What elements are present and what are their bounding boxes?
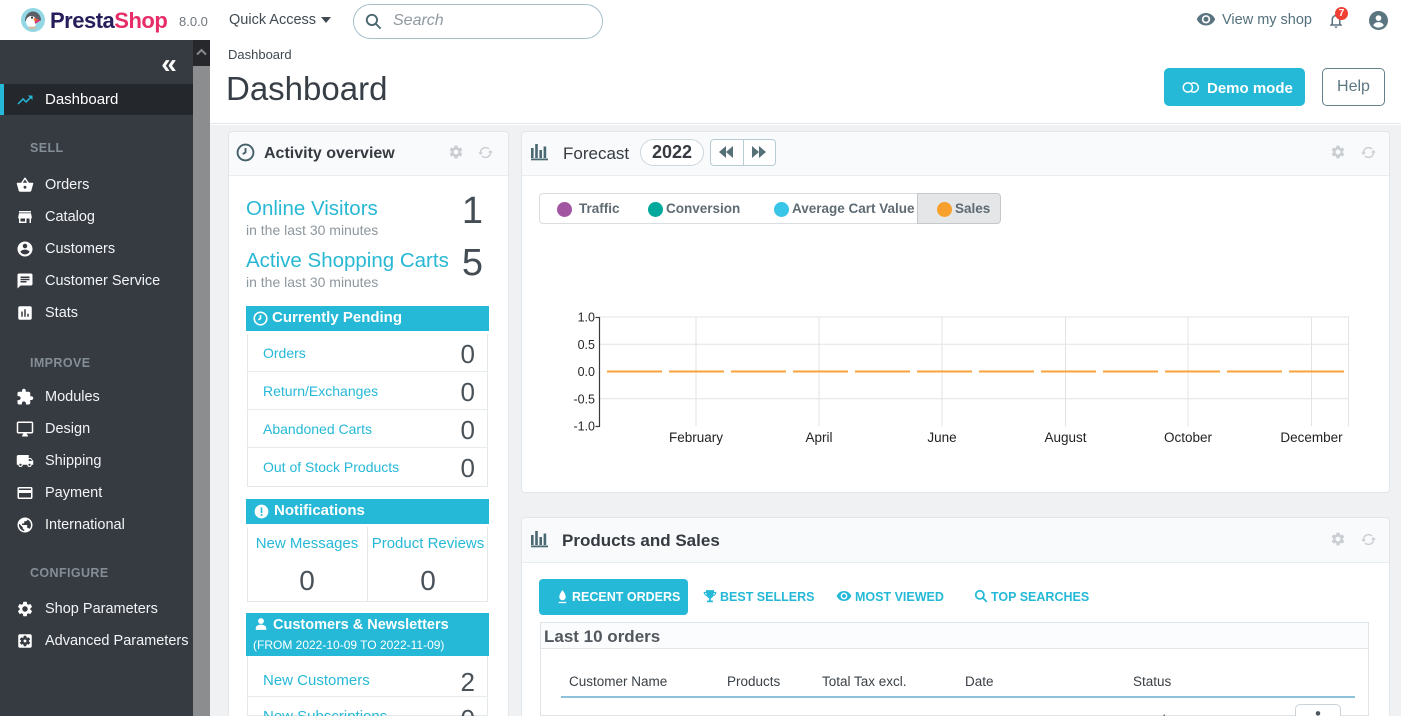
svg-text:0.5: 0.5 <box>578 338 595 352</box>
svg-text:February: February <box>669 430 723 445</box>
svg-text:April: April <box>805 430 832 445</box>
svg-text:-1.0: -1.0 <box>573 420 595 434</box>
svg-text:1.0: 1.0 <box>578 311 595 325</box>
svg-text:June: June <box>927 430 956 445</box>
svg-text:0.0: 0.0 <box>578 365 595 379</box>
svg-text:December: December <box>1280 430 1343 445</box>
svg-text:October: October <box>1164 430 1213 445</box>
svg-text:-0.5: -0.5 <box>573 392 595 406</box>
svg-text:August: August <box>1044 430 1086 445</box>
